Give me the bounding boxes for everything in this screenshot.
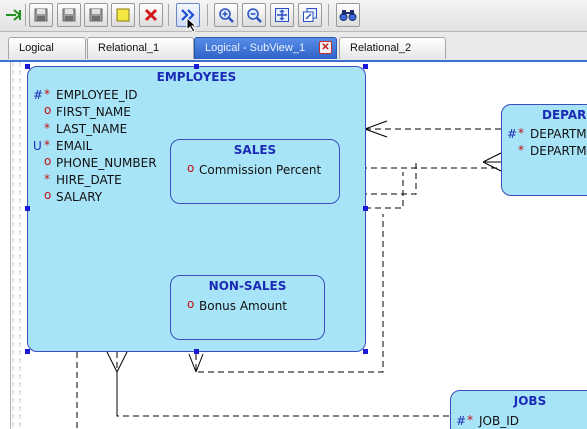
fit-screen-icon	[275, 8, 289, 22]
entity-departments[interactable]: DEPAR # * DEPARTM * DEPARTM	[501, 104, 587, 196]
attribute-name: SALARY	[56, 190, 103, 204]
entity-title: SALES	[233, 143, 277, 157]
close-tab-button[interactable]: ✕	[319, 41, 332, 54]
optional-marker: o	[44, 188, 52, 202]
save-button[interactable]	[29, 3, 53, 27]
margin-guide	[12, 62, 21, 429]
selection-handle[interactable]	[194, 349, 199, 354]
optional-marker: o	[44, 154, 52, 168]
mandatory-marker: *	[44, 172, 50, 186]
find-button[interactable]	[336, 3, 360, 27]
new-note-icon	[116, 8, 130, 22]
entity-sales[interactable]: SALES o Commission Percent	[170, 139, 340, 204]
attribute-name: PHONE_NUMBER	[56, 156, 157, 170]
mandatory-marker: *	[44, 121, 50, 135]
print-icon	[89, 8, 103, 22]
save-all-icon	[62, 8, 76, 22]
entity-non-sales[interactable]: NON-SALES o Bonus Amount	[170, 275, 325, 340]
tab-relational-1[interactable]: Relational_1	[87, 37, 194, 59]
zoom-in-button[interactable]	[214, 3, 238, 27]
close-icon: ✕	[321, 42, 330, 53]
attribute-name: LAST_NAME	[56, 122, 128, 136]
attribute-name: Commission Percent	[199, 163, 322, 177]
selection-handle[interactable]	[25, 206, 30, 211]
print-button[interactable]	[84, 3, 108, 27]
diagram-canvas[interactable]: EMPLOYEES # * EMPLOYEE_ID o FIRST_NAME *…	[10, 62, 587, 429]
new-note-button[interactable]	[111, 3, 135, 27]
mouse-cursor-icon	[186, 17, 198, 33]
tab-logical[interactable]: Logical	[8, 37, 86, 59]
tab-label: Logical	[19, 42, 54, 54]
attribute-name: EMAIL	[56, 139, 93, 153]
editor-tab-bar: Logical Relational_1 Logical - SubView_1…	[0, 32, 587, 62]
selection-handle[interactable]	[363, 349, 368, 354]
pk-marker: #	[456, 414, 467, 428]
attribute-name: DEPARTM	[530, 144, 587, 158]
tab-label: Logical - SubView_1	[205, 42, 306, 54]
save-all-button[interactable]	[57, 3, 81, 27]
find-icon	[339, 10, 357, 21]
relationship-line	[116, 352, 451, 417]
pk-marker: #	[507, 127, 518, 141]
toolbar-separator	[25, 4, 26, 26]
mandatory-marker: *	[44, 87, 50, 101]
toolbar-separator	[328, 4, 329, 26]
toolbar-separator	[168, 4, 169, 26]
zoom-out-button[interactable]	[242, 3, 266, 27]
selection-handle[interactable]	[25, 349, 30, 354]
unique-marker: U	[33, 139, 42, 153]
pk-marker: #	[33, 88, 44, 102]
selection-handle[interactable]	[363, 206, 368, 211]
mandatory-marker: *	[518, 126, 524, 140]
tab-logical-subview-1[interactable]: Logical - SubView_1 ✕	[194, 37, 337, 59]
selection-handle[interactable]	[25, 64, 30, 69]
delete-button[interactable]	[139, 3, 163, 27]
optional-marker: o	[187, 161, 195, 175]
entity-title: EMPLOYEES	[156, 70, 237, 84]
optional-marker: o	[44, 103, 52, 117]
mandatory-marker: *	[44, 138, 50, 152]
entity-title: NON-SALES	[208, 279, 287, 293]
attribute-name: DEPARTM	[530, 127, 587, 141]
fit-screen-button[interactable]	[270, 3, 294, 27]
attribute-name: JOB_ID	[479, 414, 519, 428]
tab-label: Relational_2	[350, 42, 412, 54]
toolbar-separator	[207, 4, 208, 26]
default-size-button[interactable]	[298, 3, 322, 27]
selection-handle[interactable]	[363, 64, 368, 69]
tab-label: Relational_1	[98, 42, 160, 54]
go-icon	[6, 9, 22, 21]
mandatory-marker: *	[467, 413, 473, 427]
entity-jobs[interactable]: JOBS # * JOB_ID	[450, 390, 587, 429]
delete-icon	[144, 8, 158, 22]
relationship-line	[365, 172, 404, 209]
save-icon	[34, 8, 48, 22]
attribute-name: Bonus Amount	[199, 299, 288, 313]
attribute-name: HIRE_DATE	[56, 173, 122, 187]
zoom-out-icon	[247, 8, 262, 23]
attribute-name: FIRST_NAME	[56, 105, 131, 119]
selection-handle[interactable]	[194, 64, 199, 69]
entity-employees[interactable]: EMPLOYEES # * EMPLOYEE_ID o FIRST_NAME *…	[27, 66, 366, 352]
go-button[interactable]	[2, 3, 26, 27]
mandatory-marker: *	[518, 143, 524, 157]
tab-relational-2[interactable]: Relational_2	[339, 37, 446, 59]
zoom-in-icon	[219, 8, 234, 23]
entity-title: DEPAR	[542, 108, 587, 122]
default-size-icon	[303, 8, 317, 22]
toolbar	[0, 0, 587, 33]
optional-marker: o	[187, 297, 195, 311]
entity-title: JOBS	[513, 394, 547, 408]
attribute-name: EMPLOYEE_ID	[56, 88, 138, 102]
